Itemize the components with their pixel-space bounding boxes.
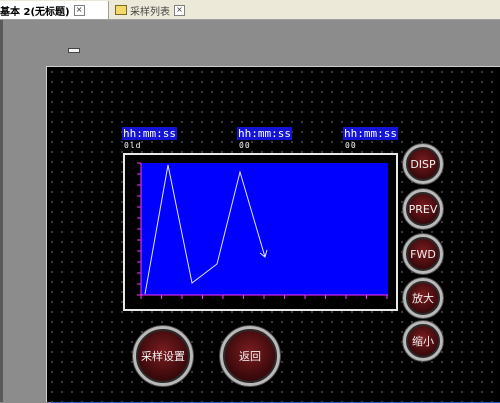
tab-label: 采样列表 xyxy=(130,6,170,18)
prev-button[interactable]: PREV xyxy=(403,189,443,229)
tab-base-screen-2[interactable]: 基本 2(无标题) × xyxy=(0,1,500,403)
tab-sampling-list[interactable]: 采样列表 × xyxy=(110,1,190,19)
tab-label: 基本 2(无标题) xyxy=(0,6,70,18)
list-icon xyxy=(115,5,127,15)
fwd-button[interactable]: FWD xyxy=(403,234,443,274)
time-display-1: hh:mm:ss xyxy=(122,127,177,140)
editor-tab-bar: 基本 2(无标题) × 采样列表 × xyxy=(0,0,500,403)
canvas-ruler xyxy=(0,20,3,402)
zoom-in-button[interactable]: 放大 xyxy=(403,278,443,318)
zoom-out-button[interactable]: 缩小 xyxy=(403,321,443,361)
plot-area xyxy=(141,163,388,295)
sample-settings-button[interactable]: 采样设置 xyxy=(133,326,193,386)
time-display-2: hh:mm:ss xyxy=(237,127,292,140)
disp-button[interactable]: DISP xyxy=(403,144,443,184)
time-display-3: hh:mm:ss xyxy=(343,127,398,140)
selection-handle[interactable] xyxy=(68,48,80,53)
sub-display-3: 00 xyxy=(345,141,357,150)
trend-graph-svg xyxy=(137,162,388,299)
close-icon[interactable]: × xyxy=(174,4,185,16)
close-icon[interactable]: × xyxy=(73,4,85,16)
sub-display-2: 00 xyxy=(239,141,251,150)
trend-graph[interactable] xyxy=(123,153,398,311)
sub-display-1: 0ld xyxy=(124,141,142,150)
back-button[interactable]: 返回 xyxy=(220,326,280,386)
